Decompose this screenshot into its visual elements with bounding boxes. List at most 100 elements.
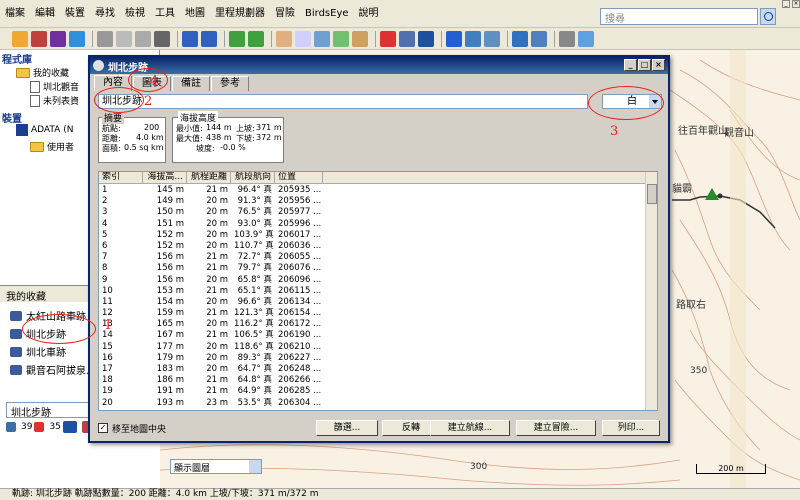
zoom-icon[interactable] <box>295 30 311 47</box>
center-on-map-checkbox[interactable]: ✓ <box>98 423 108 433</box>
close-icon[interactable]: × <box>792 0 800 8</box>
filter-button[interactable]: 篩選... <box>316 420 378 436</box>
table-row[interactable]: 20 193 m 23 m 53.5° 真 206304 ... <box>99 398 647 409</box>
table-row[interactable]: 17 183 m 20 m 64.7° 真 206248 ... <box>99 364 647 375</box>
trackpoint-table[interactable]: 索引 海拔高... 航程距離 航段航向 位置 1 145 m 21 m 96.4° 真… <box>98 171 658 411</box>
table-row[interactable]: 7 156 m 21 m 72.7° 真 206055 ... <box>99 252 647 263</box>
track-icon <box>10 346 22 357</box>
table-row[interactable]: 1 145 m 21 m 96.4° 真 205935 ... <box>99 185 647 196</box>
maximize-icon[interactable]: □ <box>638 59 651 71</box>
table-row[interactable]: 15 177 m 20 m 118.6° 真 206210 ... <box>99 342 647 353</box>
settings-icon[interactable] <box>559 30 575 47</box>
tab-references[interactable]: 參考 <box>211 76 249 91</box>
map-view-icon[interactable] <box>446 30 462 47</box>
3d-view-icon[interactable] <box>465 30 481 47</box>
menu-edit[interactable]: 編輯 <box>30 0 60 28</box>
route-icon[interactable] <box>380 30 396 47</box>
table-row[interactable]: 19 191 m 21 m 64.9° 真 206285 ... <box>99 386 647 397</box>
tab-notes[interactable]: 備註 <box>172 76 210 91</box>
tree-item-user[interactable]: 使用者 <box>30 140 74 153</box>
table-row[interactable]: 18 186 m 21 m 64.8° 真 206266 ... <box>99 375 647 386</box>
col-leg-distance[interactable]: 航程距離 <box>187 172 231 183</box>
col-elevation[interactable]: 海拔高... <box>143 172 187 183</box>
track-name-input[interactable]: 圳北步跡 <box>98 94 588 109</box>
select-icon[interactable] <box>314 30 330 47</box>
eraser-icon[interactable] <box>50 30 66 47</box>
redo-icon[interactable] <box>201 30 217 47</box>
waypoint-list-icon[interactable] <box>6 422 16 432</box>
track-icon[interactable] <box>399 30 415 47</box>
navigate-icon[interactable] <box>578 30 594 47</box>
table-row[interactable]: 6 152 m 20 m 110.7° 真 206036 ... <box>99 241 647 252</box>
track-icon <box>10 364 22 375</box>
create-adventure-button[interactable]: 建立冒險... <box>516 420 596 436</box>
tool-icon[interactable] <box>69 30 85 47</box>
table-row[interactable]: 10 153 m 21 m 65.1° 真 206115 ... <box>99 286 647 297</box>
delete-icon[interactable] <box>154 30 170 47</box>
minimize-icon[interactable]: _ <box>782 0 790 8</box>
col-index[interactable]: 索引 <box>99 172 143 183</box>
annotation-number: 3 <box>610 124 619 139</box>
table-row[interactable]: 8 156 m 21 m 79.7° 真 206076 ... <box>99 263 647 274</box>
table-cell: 3 <box>102 207 108 218</box>
grid-icon[interactable] <box>512 30 528 47</box>
menu-tools[interactable]: 工具 <box>150 0 180 28</box>
table-row[interactable]: 13 165 m 20 m 116.2° 真 206172 ... <box>99 319 647 330</box>
table-scrollbar[interactable] <box>645 172 657 410</box>
menu-view[interactable]: 檢視 <box>120 0 150 28</box>
tree-item-device[interactable]: ADATA (N <box>16 124 73 136</box>
menu-adventure[interactable]: 冒險 <box>270 0 300 28</box>
track-select-icon[interactable] <box>418 30 434 47</box>
table-row[interactable]: 11 154 m 20 m 96.6° 真 206134 ... <box>99 297 647 308</box>
menu-file[interactable]: 檔案 <box>0 0 30 28</box>
device-header[interactable]: 裝置 <box>2 110 22 125</box>
table-row[interactable]: 12 159 m 21 m 121.3° 真 206154 ... <box>99 308 647 319</box>
create-route-button[interactable]: 建立航線... <box>430 420 510 436</box>
dialog-titlebar[interactable]: 圳北步跡 _ □ × <box>90 57 668 74</box>
pencil-icon[interactable] <box>31 30 47 47</box>
track-list-icon[interactable] <box>62 421 77 433</box>
menu-device[interactable]: 裝置 <box>60 0 90 28</box>
hand-icon[interactable] <box>276 30 292 47</box>
toolbar-divider <box>271 30 272 47</box>
menu-help[interactable]: 說明 <box>354 0 384 28</box>
close-icon[interactable]: × <box>652 59 665 71</box>
table-row[interactable]: 4 151 m 20 m 93.0° 真 205996 ... <box>99 219 647 230</box>
copy-icon[interactable] <box>116 30 132 47</box>
col-position[interactable]: 位置 <box>275 172 323 183</box>
menu-find[interactable]: 尋找 <box>90 0 120 28</box>
scrollbar-thumb[interactable] <box>647 184 657 204</box>
receive-icon[interactable] <box>229 30 245 47</box>
waypoint-icon[interactable] <box>333 30 349 47</box>
tree-item-unlisted[interactable]: 未列表資 <box>30 94 79 107</box>
search-input[interactable]: 搜尋 <box>600 8 758 25</box>
layers-icon[interactable] <box>484 30 500 47</box>
tree-item-favorites[interactable]: 我的收藏 <box>16 66 69 79</box>
minimize-icon[interactable]: _ <box>624 59 637 71</box>
paste-icon[interactable] <box>135 30 151 47</box>
table-row[interactable]: 16 179 m 20 m 89.3° 真 206227 ... <box>99 353 647 364</box>
search-icon[interactable] <box>760 8 776 25</box>
send-icon[interactable] <box>248 30 264 47</box>
col-leg-course[interactable]: 航段航向 <box>231 172 275 183</box>
table-row[interactable]: 5 152 m 20 m 103.9° 真 206017 ... <box>99 230 647 241</box>
menu-map[interactable]: 地圖 <box>180 0 210 28</box>
table-row[interactable]: 2 149 m 20 m 91.3° 真 205956 ... <box>99 196 647 207</box>
measure-icon[interactable] <box>352 30 368 47</box>
print-button[interactable]: 列印... <box>602 420 660 436</box>
route-list-icon[interactable] <box>34 422 45 432</box>
favorite-item[interactable]: 圳北車跡 <box>10 344 66 359</box>
tree-item-track[interactable]: 圳北觀音 <box>30 80 79 93</box>
menu-trip-planner[interactable]: 里程規劃器 <box>210 0 270 28</box>
favorite-item[interactable]: 觀音石阿拔泉... <box>10 362 96 377</box>
map-layer-select[interactable]: 顯示圖層 <box>170 459 262 474</box>
library-header[interactable]: 程式庫 <box>2 51 32 66</box>
table-row[interactable]: 9 156 m 20 m 65.8° 真 206096 ... <box>99 275 647 286</box>
new-icon[interactable] <box>12 30 28 47</box>
undo-icon[interactable] <box>182 30 198 47</box>
photo-icon[interactable] <box>531 30 547 47</box>
menu-birdseye[interactable]: BirdsEye <box>300 0 354 28</box>
table-row[interactable]: 3 150 m 20 m 76.5° 真 205977 ... <box>99 207 647 218</box>
table-row[interactable]: 14 167 m 21 m 106.5° 真 206190 ... <box>99 330 647 341</box>
cut-icon[interactable] <box>97 30 113 47</box>
